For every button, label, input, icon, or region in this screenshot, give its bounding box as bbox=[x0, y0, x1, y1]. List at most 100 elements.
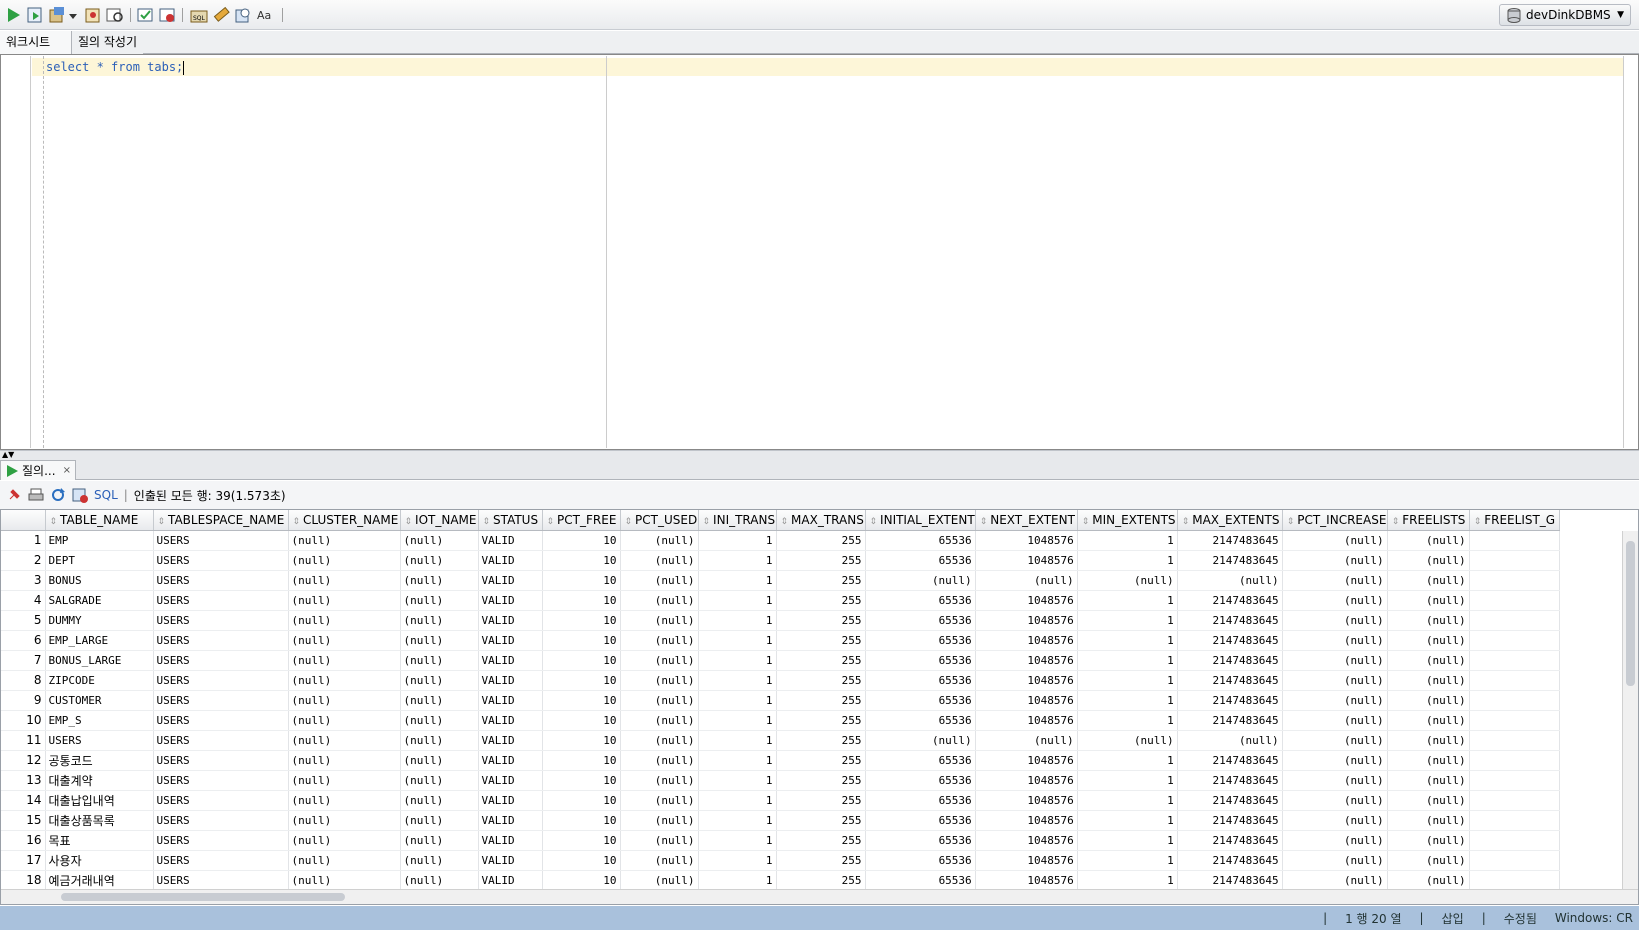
table-cell[interactable]: EMP_S bbox=[45, 710, 154, 731]
table-cell[interactable]: 대출계약 bbox=[45, 770, 154, 791]
sort-icon[interactable]: ⇕ bbox=[1392, 517, 1400, 527]
table-cell[interactable]: 10 bbox=[542, 810, 621, 831]
table-cell[interactable]: 65536 bbox=[865, 590, 976, 611]
table-cell[interactable]: (null) bbox=[1387, 710, 1470, 731]
table-cell[interactable]: 2147483645 bbox=[1177, 670, 1283, 691]
table-cell[interactable]: 1 bbox=[1077, 870, 1178, 891]
table-cell[interactable]: USERS bbox=[153, 630, 289, 651]
results-grid[interactable]: ⇕ TABLE_NAME ⇕ TABLESPACE_NAME ⇕ CLUSTER_NAME… bbox=[0, 509, 1639, 905]
table-cell[interactable]: 예금거래내역 bbox=[45, 870, 154, 891]
commit-icon[interactable] bbox=[48, 6, 66, 24]
table-cell[interactable]: 1048576 bbox=[975, 710, 1078, 731]
table-cell[interactable]: (null) bbox=[288, 790, 401, 811]
table-cell[interactable]: 65536 bbox=[865, 850, 976, 871]
table-cell[interactable]: 1 bbox=[698, 870, 777, 891]
table-cell[interactable]: USERS bbox=[153, 530, 289, 551]
table-cell[interactable]: (null) bbox=[400, 590, 479, 611]
table-cell[interactable]: (null) bbox=[1282, 730, 1388, 751]
table-cell[interactable]: (null) bbox=[1387, 830, 1470, 851]
table-cell[interactable]: 255 bbox=[776, 730, 866, 751]
table-cell[interactable]: 10 bbox=[542, 650, 621, 671]
table-row[interactable]: 14 대출납입내역 USERS (null) (null) VALID 10 (null) 1 2… bbox=[1, 790, 1560, 811]
table-cell[interactable]: DUMMY bbox=[45, 610, 154, 631]
table-cell[interactable]: 2147483645 bbox=[1177, 830, 1283, 851]
table-row[interactable]: 10 EMP_S USERS (null) (null) VALID 10 (null) 1 25… bbox=[1, 710, 1560, 731]
table-cell[interactable]: 255 bbox=[776, 670, 866, 691]
table-cell[interactable]: 1048576 bbox=[975, 670, 1078, 691]
sort-icon[interactable]: ⇕ bbox=[703, 517, 711, 527]
column-header[interactable]: ⇕ MIN_EXTENTS bbox=[1077, 510, 1178, 531]
table-cell[interactable]: 1 bbox=[698, 790, 777, 811]
column-header[interactable]: ⇕ PCT_USED bbox=[620, 510, 699, 531]
table-row[interactable]: 16 목표 USERS (null) (null) VALID 10 (null) 1 255 65… bbox=[1, 830, 1560, 851]
sort-icon[interactable]: ⇕ bbox=[50, 517, 58, 527]
table-cell[interactable]: 10 bbox=[542, 670, 621, 691]
table-cell[interactable]: USERS bbox=[153, 670, 289, 691]
table-cell[interactable]: (null) bbox=[400, 550, 479, 571]
print-icon[interactable] bbox=[28, 487, 44, 503]
table-cell[interactable]: (null) bbox=[400, 730, 479, 751]
table-cell[interactable]: (null) bbox=[1282, 590, 1388, 611]
table-cell[interactable]: (null) bbox=[1282, 690, 1388, 711]
table-cell[interactable]: USERS bbox=[153, 590, 289, 611]
table-cell[interactable]: 1048576 bbox=[975, 550, 1078, 571]
table-cell[interactable]: 1 bbox=[698, 750, 777, 771]
table-cell[interactable]: (null) bbox=[288, 690, 401, 711]
table-row[interactable]: 5 DUMMY USERS (null) (null) VALID 10 (null) 1 255… bbox=[1, 610, 1560, 631]
table-cell[interactable]: 2147483645 bbox=[1177, 750, 1283, 771]
table-cell[interactable]: 1 bbox=[1077, 790, 1178, 811]
table-cell[interactable]: 255 bbox=[776, 870, 866, 891]
table-cell[interactable]: 10 bbox=[542, 870, 621, 891]
table-cell[interactable]: VALID bbox=[478, 690, 543, 711]
table-cell[interactable]: VALID bbox=[478, 750, 543, 771]
table-cell[interactable]: SALGRADE bbox=[45, 590, 154, 611]
table-cell[interactable]: 10 bbox=[542, 730, 621, 751]
table-cell[interactable]: (null) bbox=[1387, 550, 1470, 571]
table-row[interactable]: 8 ZIPCODE USERS (null) (null) VALID 10 (null) 1 2… bbox=[1, 670, 1560, 691]
table-cell[interactable]: (null) bbox=[288, 630, 401, 651]
tab-query-result[interactable]: 질의... × bbox=[0, 460, 76, 480]
sort-icon[interactable]: ⇕ bbox=[1182, 517, 1190, 527]
table-cell[interactable]: 10 bbox=[542, 850, 621, 871]
table-cell[interactable]: 255 bbox=[776, 710, 866, 731]
table-cell[interactable]: (null) bbox=[1282, 850, 1388, 871]
table-cell[interactable]: (null) bbox=[1387, 730, 1470, 751]
table-cell[interactable]: (null) bbox=[400, 670, 479, 691]
table-cell[interactable]: 1 bbox=[1077, 630, 1178, 651]
table-row[interactable]: 4 SALGRADE USERS (null) (null) VALID 10 (null) 1… bbox=[1, 590, 1560, 611]
table-cell[interactable]: USERS bbox=[153, 610, 289, 631]
table-row[interactable]: 13 대출계약 USERS (null) (null) VALID 10 (null) 1 255… bbox=[1, 770, 1560, 791]
table-cell[interactable]: 1 bbox=[698, 630, 777, 651]
table-cell[interactable]: 1048576 bbox=[975, 590, 1078, 611]
table-cell[interactable]: 1 bbox=[1077, 610, 1178, 631]
table-cell[interactable]: 1048576 bbox=[975, 810, 1078, 831]
sort-icon[interactable]: ⇕ bbox=[870, 517, 878, 527]
table-cell[interactable]: (null) bbox=[1387, 650, 1470, 671]
table-cell[interactable]: (null) bbox=[1387, 870, 1470, 891]
table-cell[interactable]: 65536 bbox=[865, 790, 976, 811]
table-cell[interactable]: 2147483645 bbox=[1177, 710, 1283, 731]
table-cell[interactable]: (null) bbox=[288, 830, 401, 851]
table-cell[interactable]: EMP bbox=[45, 530, 154, 551]
table-cell[interactable]: 65536 bbox=[865, 610, 976, 631]
table-cell[interactable]: (null) bbox=[620, 810, 699, 831]
table-row[interactable]: 2 DEPT USERS (null) (null) VALID 10 (null) 1 255 6… bbox=[1, 550, 1560, 571]
table-cell[interactable]: (null) bbox=[1387, 770, 1470, 791]
table-cell[interactable]: 255 bbox=[776, 850, 866, 871]
run-statement-icon[interactable] bbox=[4, 6, 22, 24]
column-header[interactable]: ⇕ STATUS bbox=[478, 510, 543, 531]
column-header[interactable]: ⇕ PCT_FREE bbox=[542, 510, 621, 531]
table-cell[interactable]: (null) bbox=[1387, 850, 1470, 871]
table-cell[interactable]: 65536 bbox=[865, 750, 976, 771]
pane-splitter[interactable]: ▲▼ bbox=[0, 450, 1639, 459]
table-cell[interactable]: (null) bbox=[400, 830, 479, 851]
column-header[interactable]: ⇕ PCT_INCREASE bbox=[1282, 510, 1388, 531]
table-cell[interactable]: 1048576 bbox=[975, 870, 1078, 891]
table-cell[interactable]: 1 bbox=[698, 650, 777, 671]
table-cell[interactable]: 2147483645 bbox=[1177, 650, 1283, 671]
table-cell[interactable]: (null) bbox=[620, 710, 699, 731]
table-cell[interactable]: VALID bbox=[478, 590, 543, 611]
table-cell[interactable]: 65536 bbox=[865, 710, 976, 731]
table-cell[interactable]: 1048576 bbox=[975, 650, 1078, 671]
eraser-icon[interactable] bbox=[212, 6, 230, 24]
